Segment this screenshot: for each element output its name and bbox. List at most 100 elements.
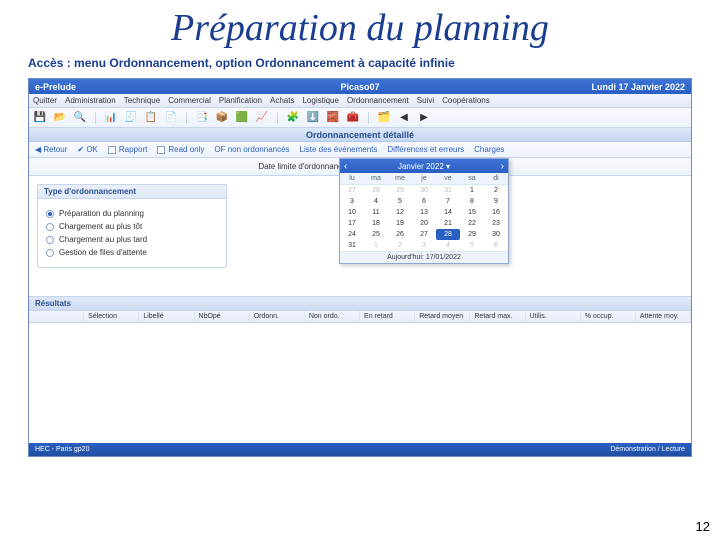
calendar-day[interactable]: 21: [436, 218, 460, 229]
menu-item[interactable]: Ordonnancement: [347, 96, 409, 105]
calendar-day[interactable]: 12: [388, 207, 412, 218]
rapport-checkbox[interactable]: Rapport: [108, 145, 147, 154]
calendar-day[interactable]: 4: [436, 240, 460, 251]
menu-item[interactable]: Achats: [270, 96, 294, 105]
toolbar-icon[interactable]: 📦: [215, 111, 229, 125]
column-header[interactable]: Sélection: [84, 311, 139, 322]
calendar-day[interactable]: 18: [364, 218, 388, 229]
calendar-day[interactable]: 5: [460, 240, 484, 251]
column-header[interactable]: Libellé: [139, 311, 194, 322]
toolbar-icon[interactable]: 🔍: [73, 111, 87, 125]
calendar-day[interactable]: 31: [436, 185, 460, 196]
column-header[interactable]: Retard moyen: [415, 311, 470, 322]
calendar-day[interactable]: 23: [484, 218, 508, 229]
calendar-day[interactable]: 9: [484, 196, 508, 207]
toolbar-icon[interactable]: 🧾: [124, 111, 138, 125]
calendar-day[interactable]: 4: [364, 196, 388, 207]
toolbar-icon[interactable]: ◀: [397, 111, 411, 125]
toolbar-icon[interactable]: 🧩: [286, 111, 300, 125]
radio-option[interactable]: Préparation du planning: [46, 209, 218, 218]
differences-erreurs-link[interactable]: Différences et erreurs: [387, 145, 464, 154]
calendar-day[interactable]: 1: [364, 240, 388, 251]
toolbar-icon[interactable]: 📄: [164, 111, 178, 125]
toolbar-icon[interactable]: ⬇️: [306, 111, 320, 125]
calendar-day[interactable]: 1: [460, 185, 484, 196]
calendar-next-button[interactable]: ›: [501, 161, 504, 172]
menu-item[interactable]: Coopérations: [442, 96, 490, 105]
calendar-day[interactable]: 6: [484, 240, 508, 251]
toolbar-icon[interactable]: 📈: [255, 111, 269, 125]
menu-item[interactable]: Administration: [65, 96, 116, 105]
calendar-day[interactable]: 5: [388, 196, 412, 207]
calendar-day[interactable]: 31: [340, 240, 364, 251]
column-header[interactable]: Non ordo.: [305, 311, 360, 322]
toolbar-icon[interactable]: 📂: [53, 111, 67, 125]
column-header[interactable]: [29, 311, 84, 322]
calendar-day[interactable]: 20: [412, 218, 436, 229]
of-non-ordo-link[interactable]: OF non ordonnancés: [214, 145, 289, 154]
column-header[interactable]: En retard: [360, 311, 415, 322]
calendar-dayname: di: [484, 173, 508, 185]
calendar-day[interactable]: 2: [484, 185, 508, 196]
toolbar-icon[interactable]: 💾: [33, 111, 47, 125]
menu-item[interactable]: Quitter: [33, 96, 57, 105]
column-header[interactable]: Ordonn.: [250, 311, 305, 322]
calendar-day[interactable]: 11: [364, 207, 388, 218]
calendar-day[interactable]: 24: [340, 229, 364, 240]
toolbar-icon[interactable]: 🧰: [346, 111, 360, 125]
calendar-day[interactable]: 22: [460, 218, 484, 229]
retour-button[interactable]: ◀ Retour: [35, 145, 67, 154]
calendar-day[interactable]: 2: [388, 240, 412, 251]
calendar-day[interactable]: 28: [436, 229, 460, 240]
calendar-today-link[interactable]: Aujourd'hui: 17/01/2022: [340, 251, 508, 263]
calendar-day[interactable]: 3: [340, 196, 364, 207]
ok-button[interactable]: ✔ OK: [77, 145, 97, 154]
calendar-day[interactable]: 17: [340, 218, 364, 229]
column-header[interactable]: NbOpé: [195, 311, 250, 322]
radio-option[interactable]: Chargement au plus tôt: [46, 222, 218, 231]
liste-evenements-link[interactable]: Liste des événements: [300, 145, 378, 154]
calendar-day[interactable]: 29: [388, 185, 412, 196]
calendar-day[interactable]: 10: [340, 207, 364, 218]
calendar-day[interactable]: 25: [364, 229, 388, 240]
column-header[interactable]: Utilis.: [526, 311, 581, 322]
menu-item[interactable]: Suivi: [417, 96, 434, 105]
menu-item[interactable]: Technique: [124, 96, 160, 105]
charges-link[interactable]: Charges: [474, 145, 504, 154]
readonly-checkbox[interactable]: Read only: [157, 145, 204, 154]
calendar-day[interactable]: 30: [484, 229, 508, 240]
toolbar-icon[interactable]: 🗂️: [377, 111, 391, 125]
calendar-day[interactable]: 16: [484, 207, 508, 218]
menu-item[interactable]: Logistique: [302, 96, 338, 105]
radio-option[interactable]: Chargement au plus tard: [46, 235, 218, 244]
calendar-day[interactable]: 28: [364, 185, 388, 196]
calendar-day[interactable]: 14: [436, 207, 460, 218]
toolbar-icon[interactable]: ▶: [417, 111, 431, 125]
calendar-day[interactable]: 8: [460, 196, 484, 207]
toolbar-icon[interactable]: 📊: [104, 111, 118, 125]
calendar-day[interactable]: 27: [412, 229, 436, 240]
calendar-day[interactable]: 7: [436, 196, 460, 207]
calendar-day[interactable]: 15: [460, 207, 484, 218]
calendar-day[interactable]: 26: [388, 229, 412, 240]
calendar-day[interactable]: 29: [460, 229, 484, 240]
calendar-day[interactable]: 30: [412, 185, 436, 196]
radio-option[interactable]: Gestion de files d'attente: [46, 248, 218, 257]
toolbar-icon[interactable]: 📑: [195, 111, 209, 125]
calendar-day[interactable]: 27: [340, 185, 364, 196]
menu-item[interactable]: Commercial: [168, 96, 211, 105]
column-header[interactable]: Attente moy.: [636, 311, 691, 322]
toolbar-icon[interactable]: 🟩: [235, 111, 249, 125]
column-header[interactable]: % occup.: [581, 311, 636, 322]
calendar-day[interactable]: 3: [412, 240, 436, 251]
toolbar-icon[interactable]: 📋: [144, 111, 158, 125]
calendar-prev-button[interactable]: ‹: [344, 161, 347, 172]
column-header[interactable]: Retard max.: [470, 311, 525, 322]
titlebar-app-name: e-Prelude: [35, 82, 252, 92]
calendar-month-label[interactable]: Janvier 2022 ▾: [398, 162, 450, 171]
calendar-day[interactable]: 6: [412, 196, 436, 207]
calendar-day[interactable]: 19: [388, 218, 412, 229]
menu-item[interactable]: Planification: [219, 96, 262, 105]
toolbar-icon[interactable]: 🧱: [326, 111, 340, 125]
calendar-day[interactable]: 13: [412, 207, 436, 218]
